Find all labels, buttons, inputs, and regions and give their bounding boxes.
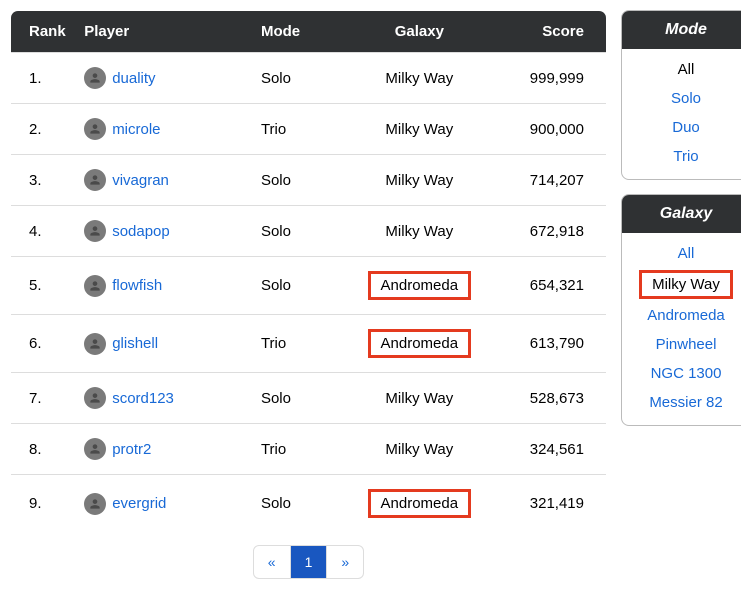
player-link[interactable]: glishell bbox=[112, 335, 158, 352]
player-cell: glishell bbox=[76, 315, 253, 373]
avatar-icon bbox=[84, 169, 106, 191]
table-row: 5. flowfish Solo Andromeda 654,321 bbox=[11, 257, 607, 315]
mode-cell: Solo bbox=[253, 257, 347, 315]
table-row: 2. microle TrioMilky Way900,000 bbox=[11, 104, 607, 155]
rank-cell: 8. bbox=[11, 424, 77, 475]
table-row: 7. scord123 SoloMilky Way528,673 bbox=[11, 373, 607, 424]
score-cell: 672,918 bbox=[492, 206, 606, 257]
score-cell: 321,419 bbox=[492, 475, 606, 533]
rank-cell: 6. bbox=[11, 315, 77, 373]
mode-filter-title: Mode bbox=[622, 11, 741, 49]
galaxy-filter-item[interactable]: Messier 82 bbox=[641, 390, 730, 415]
galaxy-filter-item[interactable]: Milky Way bbox=[639, 270, 733, 299]
galaxy-filter-panel: Galaxy All Milky Way Andromeda Pinwheel NGC … bbox=[621, 194, 741, 426]
mode-filter-item[interactable]: Duo bbox=[664, 115, 708, 140]
header-mode: Mode bbox=[253, 11, 347, 53]
mode-cell: Trio bbox=[253, 104, 347, 155]
header-score: Score bbox=[492, 11, 606, 53]
player-cell: evergrid bbox=[76, 475, 253, 533]
rank-cell: 4. bbox=[11, 206, 77, 257]
rank-cell: 9. bbox=[11, 475, 77, 533]
pagination-prev[interactable]: « bbox=[254, 546, 290, 578]
mode-filter-panel: Mode All Solo Duo Trio bbox=[621, 10, 741, 180]
mode-filter-item[interactable]: Trio bbox=[665, 144, 706, 169]
rank-cell: 2. bbox=[11, 104, 77, 155]
pagination-next[interactable]: » bbox=[327, 546, 363, 578]
table-row: 6. glishell Trio Andromeda 613,790 bbox=[11, 315, 607, 373]
avatar-icon bbox=[84, 220, 106, 242]
player-link[interactable]: flowfish bbox=[112, 277, 162, 294]
table-row: 4. sodapop SoloMilky Way672,918 bbox=[11, 206, 607, 257]
galaxy-cell: Andromeda bbox=[347, 315, 493, 373]
score-cell: 999,999 bbox=[492, 53, 606, 104]
player-link[interactable]: microle bbox=[112, 121, 160, 138]
mode-cell: Trio bbox=[253, 424, 347, 475]
galaxy-filter-title: Galaxy bbox=[622, 195, 741, 233]
galaxy-cell: Milky Way bbox=[347, 373, 493, 424]
player-link[interactable]: evergrid bbox=[112, 495, 166, 512]
mode-filter-item[interactable]: Solo bbox=[663, 86, 709, 111]
galaxy-filter-item[interactable]: Pinwheel bbox=[648, 332, 725, 357]
score-cell: 528,673 bbox=[492, 373, 606, 424]
rank-cell: 3. bbox=[11, 155, 77, 206]
score-cell: 654,321 bbox=[492, 257, 606, 315]
mode-cell: Solo bbox=[253, 53, 347, 104]
player-cell: protr2 bbox=[76, 424, 253, 475]
avatar-icon bbox=[84, 67, 106, 89]
score-cell: 613,790 bbox=[492, 315, 606, 373]
galaxy-cell: Milky Way bbox=[347, 53, 493, 104]
galaxy-highlight: Andromeda bbox=[368, 489, 472, 518]
mode-cell: Solo bbox=[253, 155, 347, 206]
galaxy-cell: Andromeda bbox=[347, 475, 493, 533]
player-link[interactable]: sodapop bbox=[112, 223, 170, 240]
score-cell: 714,207 bbox=[492, 155, 606, 206]
player-cell: flowfish bbox=[76, 257, 253, 315]
galaxy-cell: Andromeda bbox=[347, 257, 493, 315]
galaxy-cell: Milky Way bbox=[347, 424, 493, 475]
player-link[interactable]: protr2 bbox=[112, 441, 151, 458]
galaxy-filter-item[interactable]: All bbox=[670, 241, 703, 266]
table-row: 1. duality SoloMilky Way999,999 bbox=[11, 53, 607, 104]
galaxy-cell: Milky Way bbox=[347, 104, 493, 155]
player-link[interactable]: vivagran bbox=[112, 172, 169, 189]
header-rank: Rank bbox=[11, 11, 77, 53]
player-link[interactable]: duality bbox=[112, 70, 155, 87]
avatar-icon bbox=[84, 118, 106, 140]
pagination-page-1[interactable]: 1 bbox=[291, 546, 327, 578]
player-cell: vivagran bbox=[76, 155, 253, 206]
mode-cell: Trio bbox=[253, 315, 347, 373]
galaxy-highlight: Andromeda bbox=[368, 271, 472, 300]
player-cell: microle bbox=[76, 104, 253, 155]
leaderboard-table: Rank Player Mode Galaxy Score 1. duality S… bbox=[10, 10, 607, 533]
galaxy-filter-item[interactable]: NGC 1300 bbox=[643, 361, 730, 386]
player-link[interactable]: scord123 bbox=[112, 390, 174, 407]
avatar-icon bbox=[84, 275, 106, 297]
mode-cell: Solo bbox=[253, 475, 347, 533]
player-cell: sodapop bbox=[76, 206, 253, 257]
rank-cell: 1. bbox=[11, 53, 77, 104]
player-cell: duality bbox=[76, 53, 253, 104]
mode-cell: Solo bbox=[253, 206, 347, 257]
galaxy-cell: Milky Way bbox=[347, 155, 493, 206]
pagination: « 1 » bbox=[10, 545, 607, 579]
avatar-icon bbox=[84, 387, 106, 409]
rank-cell: 5. bbox=[11, 257, 77, 315]
avatar-icon bbox=[84, 493, 106, 515]
mode-cell: Solo bbox=[253, 373, 347, 424]
table-row: 3. vivagran SoloMilky Way714,207 bbox=[11, 155, 607, 206]
table-row: 8. protr2 TrioMilky Way324,561 bbox=[11, 424, 607, 475]
avatar-icon bbox=[84, 438, 106, 460]
score-cell: 324,561 bbox=[492, 424, 606, 475]
avatar-icon bbox=[84, 333, 106, 355]
galaxy-filter-item[interactable]: Andromeda bbox=[639, 303, 733, 328]
galaxy-cell: Milky Way bbox=[347, 206, 493, 257]
header-galaxy: Galaxy bbox=[347, 11, 493, 53]
mode-filter-item[interactable]: All bbox=[670, 57, 703, 82]
player-cell: scord123 bbox=[76, 373, 253, 424]
table-row: 9. evergrid Solo Andromeda 321,419 bbox=[11, 475, 607, 533]
rank-cell: 7. bbox=[11, 373, 77, 424]
galaxy-highlight: Andromeda bbox=[368, 329, 472, 358]
header-player: Player bbox=[76, 11, 253, 53]
score-cell: 900,000 bbox=[492, 104, 606, 155]
